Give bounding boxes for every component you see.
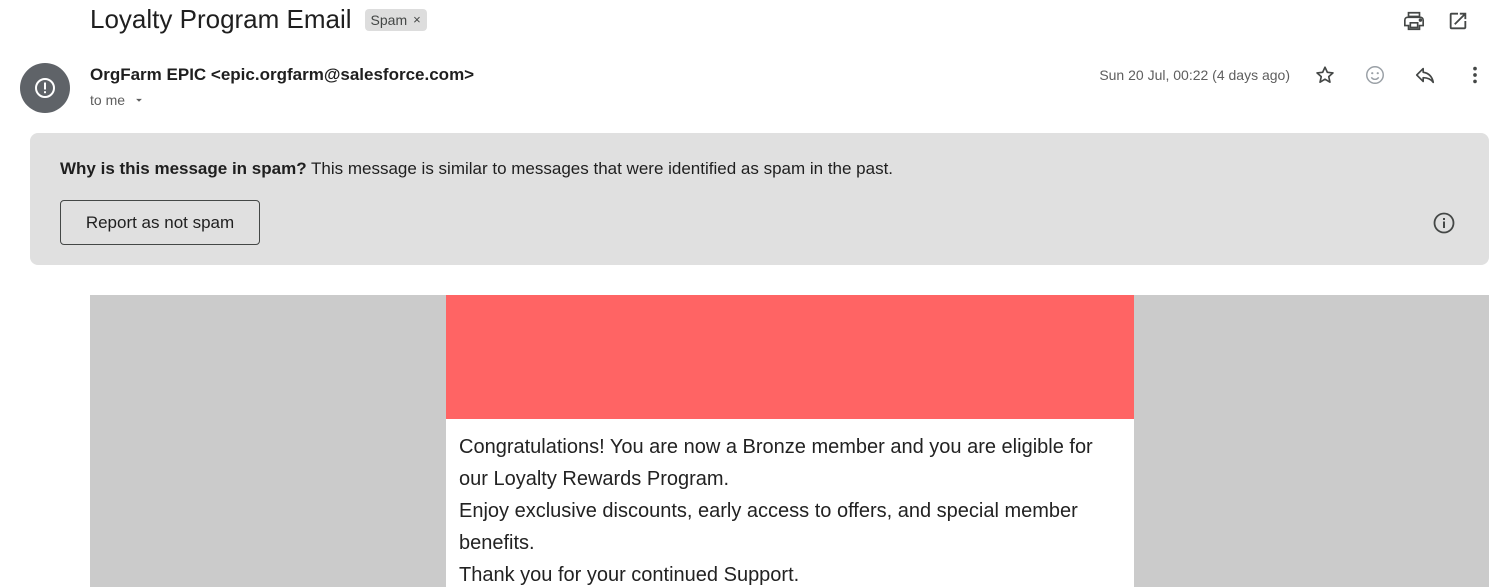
star-icon[interactable] [1313,63,1337,87]
email-message-text: Congratulations! You are now a Bronze me… [446,419,1134,587]
reply-icon[interactable] [1413,63,1437,87]
email-paragraph-2: Enjoy exclusive discounts, early access … [459,500,1078,554]
emoji-icon[interactable] [1363,63,1387,87]
info-icon[interactable] [1432,211,1456,235]
spam-reason-text: Why is this message in spam? This messag… [60,159,893,179]
remove-label-button[interactable]: × [413,12,421,27]
email-paragraph-1: Congratulations! You are now a Bronze me… [459,436,1093,490]
thread-toolbar [1402,9,1489,33]
spam-label-chip: Spam × [364,8,427,31]
open-in-new-window-icon[interactable] [1446,9,1470,33]
spam-explanation: This message is similar to messages that… [306,159,894,178]
print-icon[interactable] [1402,9,1426,33]
email-subject: Loyalty Program Email [90,4,352,34]
warning-icon [35,78,55,98]
message-actions [1313,63,1489,87]
more-options-icon[interactable] [1463,63,1487,87]
email-content-card: Congratulations! You are now a Bronze me… [446,295,1134,587]
email-body: Congratulations! You are now a Bronze me… [90,295,1489,587]
sender-name[interactable]: OrgFarm EPIC <epic.orgfarm@salesforce.co… [90,65,474,85]
recipient-line: to me [90,92,146,108]
email-header-banner [446,295,1134,419]
spam-label-text: Spam [370,11,408,28]
report-not-spam-button[interactable]: Report as not spam [60,200,260,245]
email-paragraph-3: Thank you for your continued Support. [459,564,800,586]
spam-question: Why is this message in spam? [60,159,307,178]
chevron-down-icon[interactable] [132,93,146,107]
subject-row: Loyalty Program Email Spam × [90,4,427,35]
message-date: Sun 20 Jul, 00:22 (4 days ago) [1099,67,1290,83]
sender-avatar[interactable] [20,63,70,113]
recipient-text: to me [90,92,126,108]
spam-warning-banner: Why is this message in spam? This messag… [30,133,1489,265]
